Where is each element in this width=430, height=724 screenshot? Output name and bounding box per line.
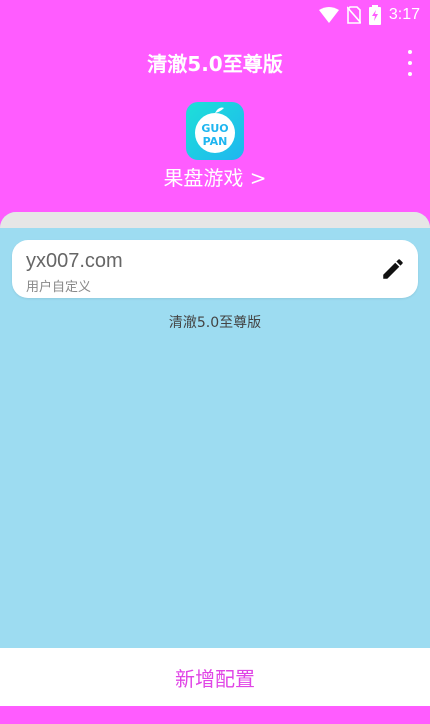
no-sim-icon bbox=[346, 6, 361, 24]
status-bar: 3:17 bbox=[0, 0, 430, 30]
config-card-subtitle: 用户自定义 bbox=[26, 280, 92, 295]
add-config-button[interactable]: 新增配置 bbox=[155, 655, 275, 700]
bottom-bar: 新增配置 bbox=[0, 648, 430, 706]
app-title: 清澈5.0至尊版 bbox=[147, 52, 283, 76]
wifi-icon bbox=[318, 7, 339, 23]
logo-text-bottom: PAN bbox=[203, 135, 228, 148]
status-time: 3:17 bbox=[388, 6, 420, 23]
config-name: 清澈5.0至尊版 bbox=[168, 315, 262, 331]
more-vert-icon[interactable] bbox=[404, 50, 416, 76]
pencil-icon[interactable] bbox=[380, 256, 406, 282]
status-icons: 3:17 bbox=[318, 5, 420, 25]
config-card-title: yx007.com bbox=[26, 250, 123, 272]
config-card[interactable]: yx007.com 用户自定义 bbox=[12, 240, 418, 298]
app-bar: 清澈5.0至尊版 bbox=[0, 40, 430, 84]
battery-charging-icon bbox=[368, 5, 381, 25]
game-link[interactable]: 果盘游戏 > bbox=[0, 162, 430, 191]
guo-pan-logo[interactable]: GUO PAN bbox=[186, 102, 244, 160]
logo-text-top: GUO bbox=[201, 122, 228, 135]
sheet-handle bbox=[0, 212, 430, 228]
config-sheet: yx007.com 用户自定义 清澈5.0至尊版 bbox=[0, 212, 430, 648]
